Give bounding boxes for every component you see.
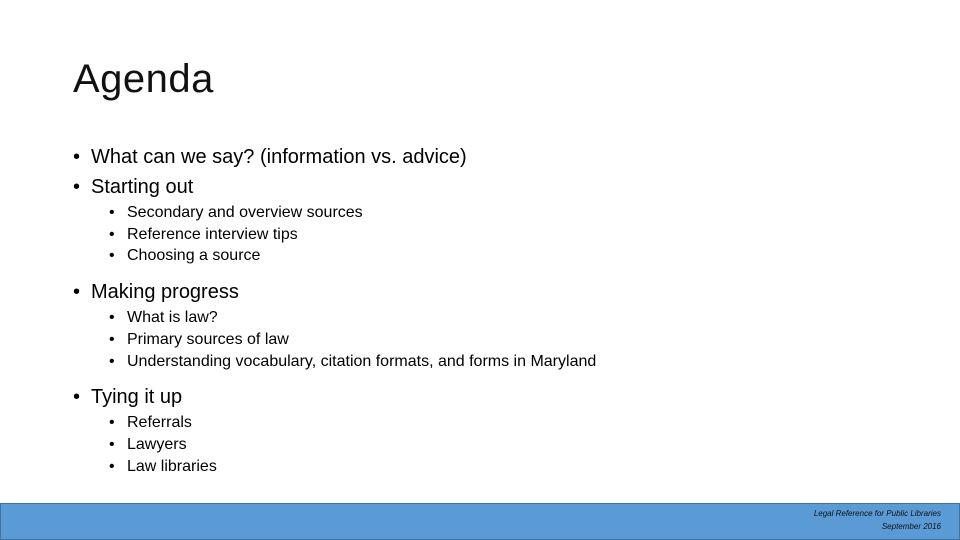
bullet-icon: •	[73, 281, 81, 304]
slide-title: Agenda	[73, 57, 214, 101]
agenda-subitem-label: Referrals	[127, 414, 192, 432]
agenda-item: • What can we say? (information vs. advic…	[73, 142, 933, 172]
agenda-item-label: Starting out	[91, 176, 194, 198]
agenda-subitem: • Referrals	[73, 412, 933, 434]
agenda-item-label: What can we say? (information vs. advice…	[91, 146, 467, 168]
footer-date: September 2016	[881, 522, 941, 531]
bullet-icon: •	[109, 435, 115, 453]
agenda-subitem-label: Reference interview tips	[127, 225, 298, 243]
agenda-item: • Making progress	[73, 277, 933, 307]
bullet-icon: •	[109, 457, 115, 475]
agenda-subitem-label: Lawyers	[127, 435, 187, 453]
agenda-item-label: Tying it up	[91, 386, 183, 409]
agenda-subitem-label: What is law?	[127, 309, 218, 327]
footer-title: Legal Reference for Public Libraries	[813, 509, 941, 518]
agenda-item-label: Making progress	[91, 281, 239, 304]
agenda-subitems: • Secondary and overview sources • Referen…	[73, 202, 933, 267]
agenda-subitems: • What is law? • Primary sources of law • U…	[73, 307, 933, 372]
bullet-icon: •	[73, 386, 81, 409]
bullet-icon: •	[109, 309, 115, 327]
agenda-subitem-label: Secondary and overview sources	[127, 204, 363, 221]
bullet-icon: •	[109, 247, 115, 265]
footer-bar: Legal Reference for Public Libraries Sep…	[0, 503, 960, 540]
agenda-subitem: • Reference interview tips	[73, 224, 933, 246]
agenda-subitems: • Referrals • Lawyers • Law libraries	[73, 412, 933, 477]
agenda-subitem-label: Choosing a source	[127, 247, 261, 265]
agenda-subitem: • Lawyers	[73, 434, 933, 456]
agenda-subitem-label: Understanding vocabulary, citation forma…	[127, 352, 597, 370]
bullet-icon: •	[73, 176, 81, 198]
agenda-subitem-label: Primary sources of law	[127, 330, 289, 348]
bullet-icon: •	[109, 330, 115, 348]
agenda-item: • Starting out	[73, 172, 933, 202]
agenda-item: • Tying it up	[73, 382, 933, 412]
agenda-subitem: • Understanding vocabulary, citation form…	[73, 351, 933, 373]
agenda-subitem-label: Law libraries	[127, 457, 217, 475]
agenda-subitem: • Choosing a source	[73, 245, 933, 267]
agenda-subitem: • Primary sources of law	[73, 329, 933, 351]
agenda-list: • What can we say? (information vs. advic…	[73, 142, 933, 487]
agenda-subitem: • What is law?	[73, 307, 933, 329]
bullet-icon: •	[109, 414, 115, 432]
bullet-icon: •	[109, 204, 115, 221]
bullet-icon: •	[109, 225, 115, 243]
agenda-subitem: • Law libraries	[73, 456, 933, 478]
footer-text: Legal Reference for Public Libraries Sep…	[814, 507, 941, 533]
bullet-icon: •	[73, 146, 81, 168]
agenda-subitem: • Secondary and overview sources	[73, 202, 933, 224]
bullet-icon: •	[109, 352, 115, 370]
